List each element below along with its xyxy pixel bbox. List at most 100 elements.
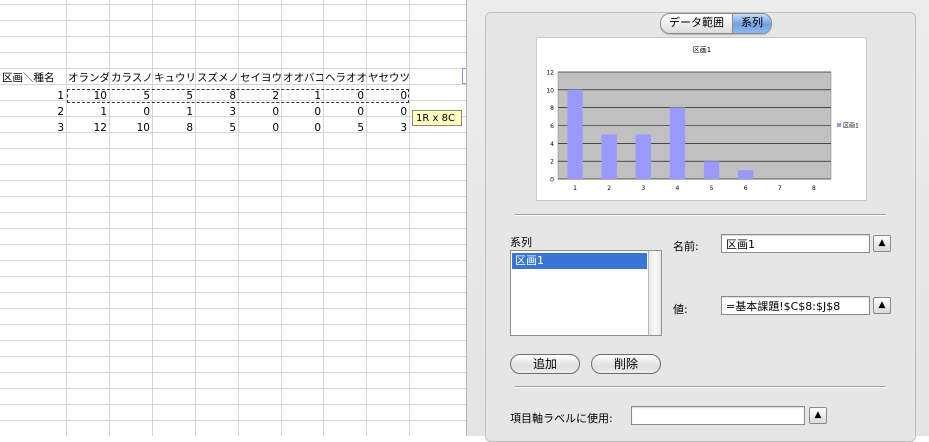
legend-swatch bbox=[837, 123, 841, 127]
header-cell[interactable]: 区画＼種名 bbox=[0, 70, 66, 86]
x-tick-label: 6 bbox=[744, 185, 748, 192]
grid-row-line bbox=[0, 356, 466, 357]
data-cell[interactable]: 5 bbox=[152, 88, 195, 104]
grid-col-line bbox=[152, 0, 153, 436]
bar bbox=[635, 134, 651, 179]
header-cell[interactable]: セイヨウ bbox=[238, 70, 281, 86]
grid-row-line bbox=[0, 276, 466, 277]
grid-row-line bbox=[0, 292, 466, 293]
collapse-icon: ▲ bbox=[878, 238, 886, 248]
source-data-panel: データ範囲 系列 区画1 0 2 4 6 8 10 12 1 2 3 4 5 6 7 8 区画1 系列 区画1 … bbox=[466, 0, 929, 442]
header-cell[interactable]: スズメノ bbox=[195, 70, 238, 86]
collapse-icon: ▲ bbox=[814, 410, 822, 420]
data-cell[interactable]: 10 bbox=[109, 120, 152, 136]
data-cell[interactable]: 8 bbox=[152, 120, 195, 136]
data-cell[interactable]: 0 bbox=[366, 88, 409, 104]
data-cell[interactable]: 3 bbox=[366, 120, 409, 136]
data-cell[interactable]: 0 bbox=[109, 104, 152, 120]
grid-row-line bbox=[0, 20, 466, 21]
y-tick-label: 8 bbox=[550, 105, 554, 112]
grid-col-line bbox=[66, 0, 67, 436]
grid-row-line bbox=[0, 372, 466, 373]
grid-row-line bbox=[0, 388, 466, 389]
grid-row-line bbox=[0, 196, 466, 197]
y-tick-label: 0 bbox=[550, 177, 554, 184]
separator-bottom bbox=[515, 386, 886, 388]
value-field[interactable]: =基本課題!$C$8:$J$8 bbox=[721, 296, 870, 315]
grid-row-line bbox=[0, 324, 466, 325]
bar bbox=[703, 161, 720, 179]
data-cell[interactable]: 8 bbox=[195, 88, 238, 104]
value-label: 値: bbox=[673, 303, 688, 316]
header-cell[interactable]: カラスノ bbox=[109, 70, 152, 86]
y-tick-label: 4 bbox=[550, 141, 554, 148]
grid-row-line bbox=[0, 68, 466, 69]
value-collapse-button[interactable]: ▲ bbox=[873, 297, 891, 314]
data-cell[interactable]: 1 bbox=[281, 88, 323, 104]
y-tick-label: 6 bbox=[550, 123, 554, 130]
series-list-label: 系列 bbox=[510, 236, 532, 249]
add-series-button[interactable]: 追加 bbox=[510, 354, 580, 374]
grid-row-line bbox=[0, 404, 466, 405]
grid-row-line bbox=[0, 244, 466, 245]
grid-col-line bbox=[281, 0, 282, 436]
grid-row-line bbox=[0, 180, 466, 181]
bar bbox=[738, 170, 754, 179]
data-cell[interactable]: 1 bbox=[152, 104, 195, 120]
grid-row-line bbox=[0, 340, 466, 341]
grid-row-line bbox=[0, 4, 466, 5]
data-cell[interactable]: 3 bbox=[195, 104, 238, 120]
grid-col-line bbox=[109, 0, 110, 436]
category-axis-field[interactable] bbox=[631, 406, 805, 425]
grid-row-line bbox=[0, 260, 466, 261]
tab-data-range[interactable]: データ範囲 bbox=[661, 14, 732, 33]
y-tick-label: 12 bbox=[546, 70, 554, 77]
grid-row-line bbox=[0, 308, 466, 309]
data-cell[interactable]: 0 bbox=[238, 120, 281, 136]
header-cell[interactable]: オランダ bbox=[66, 70, 109, 86]
series-listbox[interactable]: 区画1 bbox=[510, 250, 662, 336]
header-cell[interactable]: ヤセウツボ bbox=[366, 70, 409, 86]
data-cell[interactable]: 2 bbox=[238, 88, 281, 104]
data-cell[interactable]: 2 bbox=[0, 104, 66, 120]
series-list-scrollbar[interactable] bbox=[648, 251, 661, 335]
bar bbox=[669, 107, 686, 179]
grid-row-line bbox=[0, 148, 466, 149]
header-cell[interactable]: キュウリ bbox=[152, 70, 195, 86]
x-tick-label: 3 bbox=[641, 185, 645, 192]
data-cell[interactable]: 1 bbox=[0, 88, 66, 104]
grid-col-line bbox=[366, 0, 367, 436]
name-collapse-button[interactable]: ▲ bbox=[873, 235, 891, 252]
data-cell[interactable]: 0 bbox=[323, 88, 366, 104]
data-cell[interactable]: 10 bbox=[66, 88, 109, 104]
tab-series[interactable]: 系列 bbox=[732, 14, 771, 33]
header-cell[interactable]: ヘラオオ bbox=[323, 70, 366, 86]
data-cell[interactable]: 0 bbox=[323, 104, 366, 120]
data-cell[interactable]: 5 bbox=[195, 120, 238, 136]
data-cell[interactable]: 12 bbox=[66, 120, 109, 136]
data-cell[interactable]: 0 bbox=[281, 120, 323, 136]
tab-control: データ範囲 系列 bbox=[660, 13, 772, 34]
legend-entry: 区画1 bbox=[843, 123, 859, 130]
data-cell[interactable]: 5 bbox=[109, 88, 152, 104]
x-tick-label: 5 bbox=[710, 185, 714, 192]
data-cell[interactable]: 5 bbox=[323, 120, 366, 136]
x-tick-label: 4 bbox=[676, 185, 680, 192]
delete-series-button[interactable]: 削除 bbox=[591, 354, 661, 374]
spreadsheet-grid[interactable]: 区画＼種名オランダカラスノキュウリスズメノセイヨウオオバコヘラオオヤセウツボ11… bbox=[0, 0, 466, 436]
grid-row-line bbox=[0, 36, 466, 37]
series-item-1[interactable]: 区画1 bbox=[512, 253, 647, 269]
grid-row-line bbox=[0, 52, 466, 53]
category-collapse-button[interactable]: ▲ bbox=[809, 407, 827, 424]
grid-col-line bbox=[323, 0, 324, 436]
grid-col-line bbox=[195, 0, 196, 436]
header-cell[interactable]: オオバコ bbox=[281, 70, 323, 86]
collapse-icon: ▲ bbox=[878, 300, 886, 310]
name-field[interactable]: 区画1 bbox=[721, 234, 870, 253]
data-cell[interactable]: 1 bbox=[66, 104, 109, 120]
data-cell[interactable]: 0 bbox=[366, 104, 409, 120]
data-cell[interactable]: 0 bbox=[238, 104, 281, 120]
chart-svg: 区画10246810121 2 3 4 5 6 7 8区画1 bbox=[546, 46, 859, 192]
data-cell[interactable]: 0 bbox=[281, 104, 323, 120]
data-cell[interactable]: 3 bbox=[0, 120, 66, 136]
